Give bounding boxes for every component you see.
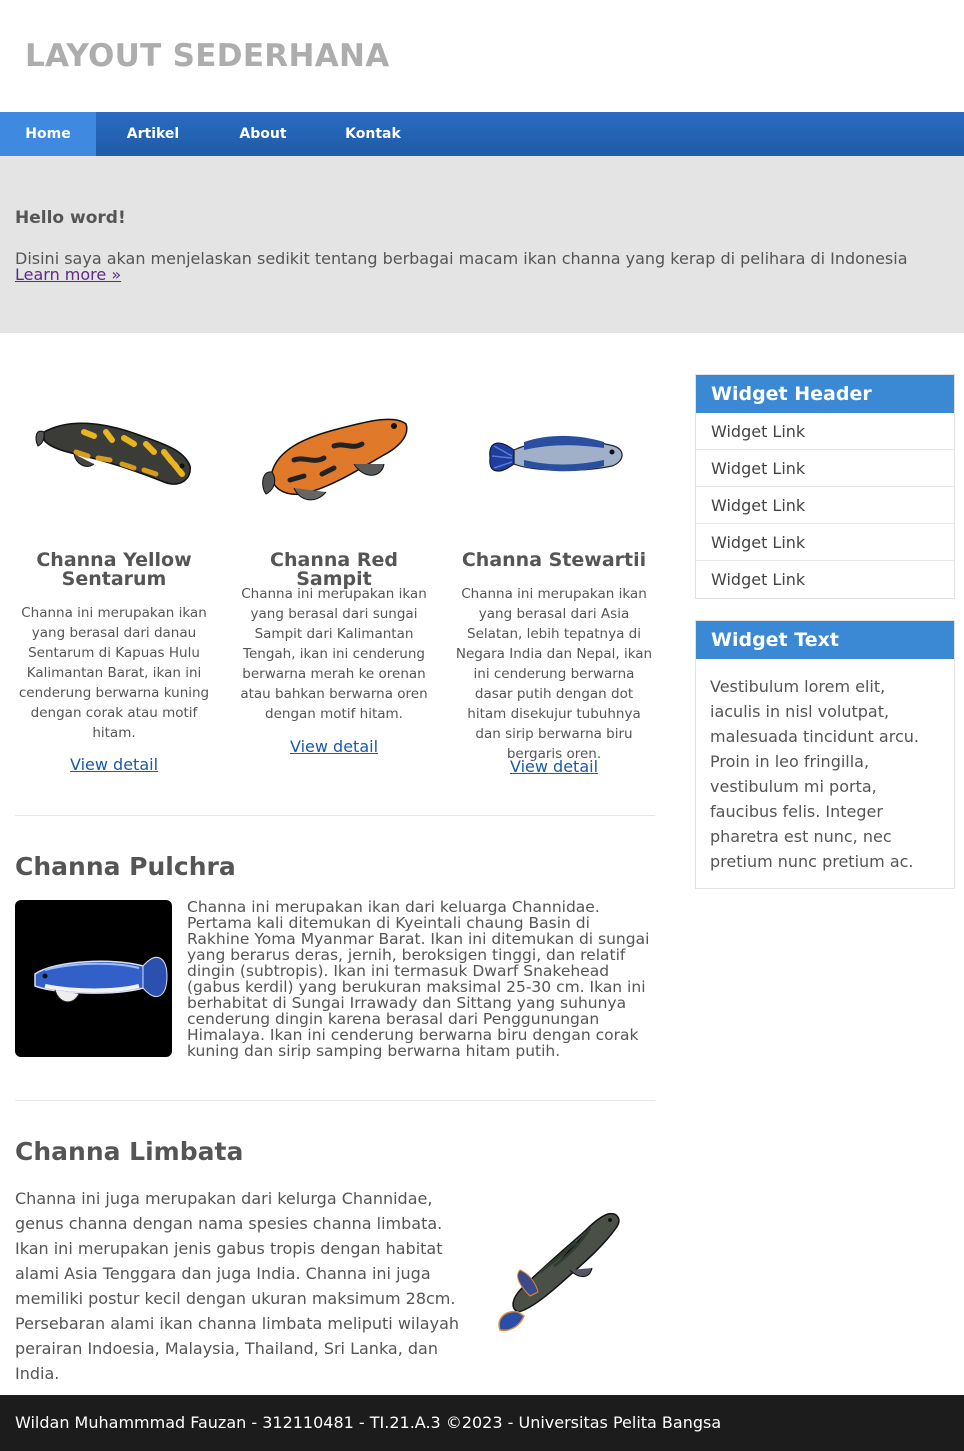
hero-section: Hello word! Disini saya akan menjelaskan… <box>0 156 964 333</box>
divider <box>15 815 655 816</box>
widget-link[interactable]: Widget Link <box>696 524 954 561</box>
nav-artikel-label: Artikel <box>126 126 180 142</box>
card-yellow-sentarum: Channa Yellow Sentarum Channa ini merupa… <box>14 380 214 780</box>
card-text: Channa ini merupakan ikan yang berasal d… <box>18 605 210 741</box>
card-title: Channa Yellow Sentarum <box>36 549 192 590</box>
nav-about[interactable]: About <box>222 112 304 156</box>
view-detail-link[interactable]: View detail <box>234 737 434 756</box>
nav-home[interactable]: Home <box>0 112 96 156</box>
divider <box>15 1100 655 1101</box>
card-red-sampit: Channa Red Sampit Channa ini merupakan i… <box>234 380 434 780</box>
widget-link[interactable]: Widget Link <box>696 413 954 450</box>
nav-kontak-label: Kontak <box>345 126 401 142</box>
view-detail-link[interactable]: View detail <box>454 757 654 776</box>
fish-red-sampit-image <box>262 418 408 501</box>
site-header: LAYOUT SEDERHANA <box>0 0 964 112</box>
widget-link[interactable]: Widget Link <box>696 561 954 598</box>
nav-home-label: Home <box>25 126 71 142</box>
card-title: Channa Stewartii <box>461 549 647 571</box>
fish-limbata-image <box>498 1212 620 1332</box>
nav-kontak[interactable]: Kontak <box>330 112 416 156</box>
footer-text: Wildan Muhammmad Fauzan - 312110481 - TI… <box>15 1413 722 1432</box>
card-text: Channa ini merupakan ikan yang berasal d… <box>240 586 428 722</box>
footer: Wildan Muhammmad Fauzan - 312110481 - TI… <box>0 1395 964 1451</box>
hero-title: Hello word! <box>15 208 126 228</box>
widget-text-header: Widget Text <box>696 621 954 659</box>
widget-text-body: Vestibulum lorem elit, iaculis in nisl v… <box>710 677 919 871</box>
limbata-title: Channa Limbata <box>15 1137 244 1166</box>
site-title: LAYOUT SEDERHANA <box>25 38 390 74</box>
fish-yellow-sentarum-image <box>35 422 191 485</box>
card-stewartii: Channa Stewartii Channa ini merupakan ik… <box>454 380 654 780</box>
card-text: Channa ini merupakan ikan yang berasal d… <box>455 586 653 762</box>
nav-artikel[interactable]: Artikel <box>110 112 196 156</box>
widget-link[interactable]: Widget Link <box>696 487 954 524</box>
pulchra-text: Channa ini merupakan ikan dari keluarga … <box>187 898 650 1060</box>
limbata-text: Channa ini juga merupakan dari kelurga C… <box>15 1189 460 1383</box>
widget-header: Widget Header <box>696 375 954 413</box>
widget-text: Widget Text Vestibulum lorem elit, iacul… <box>695 620 955 889</box>
fish-pulchra-image <box>15 900 172 1057</box>
hero-text: Disini saya akan menjelaskan sedikit ten… <box>15 249 908 268</box>
view-detail-link[interactable]: View detail <box>14 755 214 774</box>
widget-link[interactable]: Widget Link <box>696 450 954 487</box>
widget-links: Widget Header Widget Link Widget Link Wi… <box>695 374 955 599</box>
learn-more-link[interactable]: Learn more » <box>15 265 121 284</box>
nav-about-label: About <box>239 126 287 142</box>
fish-stewartii-image <box>489 435 623 472</box>
main-nav: Home Artikel About Kontak <box>0 112 964 156</box>
pulchra-title: Channa Pulchra <box>15 852 236 881</box>
